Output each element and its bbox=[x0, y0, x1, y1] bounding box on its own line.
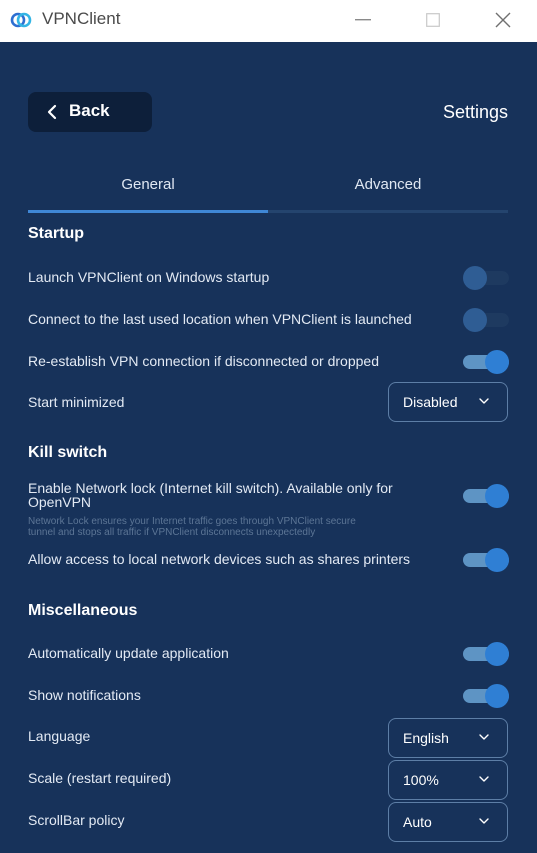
local-network-access-label: Allow access to local network devices su… bbox=[28, 551, 411, 567]
page-title: Settings bbox=[442, 102, 508, 122]
auto-update-toggle[interactable] bbox=[463, 641, 509, 667]
section-title-miscellaneous: Miscellaneous bbox=[28, 602, 138, 619]
auto-update-label: Automatically update application bbox=[28, 645, 229, 661]
network-lock-label-line2: OpenVPN bbox=[28, 494, 92, 510]
tab-active-indicator bbox=[28, 210, 268, 213]
scale-label: Scale (restart required) bbox=[28, 770, 172, 786]
show-notifications-label: Show notifications bbox=[28, 687, 141, 703]
tab-advanced[interactable]: Advanced bbox=[268, 176, 508, 214]
settings-panel: Back Settings General Advanced Startup L… bbox=[0, 42, 537, 853]
connect-last-location-toggle[interactable] bbox=[463, 307, 509, 333]
toggle-knob bbox=[485, 684, 509, 708]
scrollbar-policy-select[interactable]: Auto bbox=[388, 802, 508, 842]
start-minimized-select[interactable]: Disabled bbox=[388, 382, 508, 422]
language-label: Language bbox=[28, 728, 91, 744]
maximize-icon bbox=[426, 13, 440, 27]
language-value: English bbox=[403, 730, 449, 746]
reestablish-connection-label: Re-establish VPN connection if disconnec… bbox=[28, 353, 379, 369]
tab-general[interactable]: General bbox=[28, 176, 268, 214]
section-title-kill-switch: Kill switch bbox=[28, 444, 108, 461]
window-titlebar: VPNClient bbox=[0, 0, 537, 42]
toggle-knob bbox=[463, 308, 487, 332]
maximize-button[interactable] bbox=[398, 0, 468, 40]
minimize-icon bbox=[355, 19, 371, 21]
chevron-down-icon bbox=[479, 398, 489, 404]
toggle-knob bbox=[485, 484, 509, 508]
reestablish-connection-toggle[interactable] bbox=[463, 349, 509, 375]
back-button[interactable]: Back bbox=[28, 92, 152, 132]
chevron-left-icon bbox=[47, 104, 57, 120]
connect-last-location-label: Connect to the last used location when V… bbox=[28, 311, 412, 327]
language-select[interactable]: English bbox=[388, 718, 508, 758]
app-title: VPNClient bbox=[42, 9, 121, 28]
start-minimized-value: Disabled bbox=[403, 394, 458, 410]
scrollbar-policy-label: ScrollBar policy bbox=[28, 812, 125, 828]
chevron-down-icon bbox=[479, 776, 489, 782]
scale-select[interactable]: 100% bbox=[388, 760, 508, 800]
launch-on-startup-label: Launch VPNClient on Windows startup bbox=[28, 269, 270, 285]
close-icon bbox=[495, 12, 511, 28]
local-network-access-toggle[interactable] bbox=[463, 547, 509, 573]
section-title-startup: Startup bbox=[28, 225, 84, 242]
show-notifications-toggle[interactable] bbox=[463, 683, 509, 709]
toggle-knob bbox=[485, 642, 509, 666]
toggle-knob bbox=[485, 350, 509, 374]
network-lock-description-line1: Network Lock ensures your Internet traff… bbox=[28, 516, 356, 527]
back-button-label: Back bbox=[69, 101, 110, 120]
toggle-knob bbox=[463, 266, 487, 290]
network-lock-toggle[interactable] bbox=[463, 483, 509, 509]
toggle-knob bbox=[485, 548, 509, 572]
launch-on-startup-toggle[interactable] bbox=[463, 265, 509, 291]
close-button[interactable] bbox=[468, 0, 537, 40]
chevron-down-icon bbox=[479, 818, 489, 824]
minimize-button[interactable] bbox=[328, 0, 398, 40]
chevron-down-icon bbox=[479, 734, 489, 740]
network-lock-description-line2: tunnel and stops all traffic if VPNClien… bbox=[28, 527, 316, 538]
vpn-logo-icon bbox=[10, 12, 32, 28]
start-minimized-label: Start minimized bbox=[28, 394, 125, 410]
scale-value: 100% bbox=[403, 772, 439, 788]
scrollbar-policy-value: Auto bbox=[403, 814, 432, 830]
